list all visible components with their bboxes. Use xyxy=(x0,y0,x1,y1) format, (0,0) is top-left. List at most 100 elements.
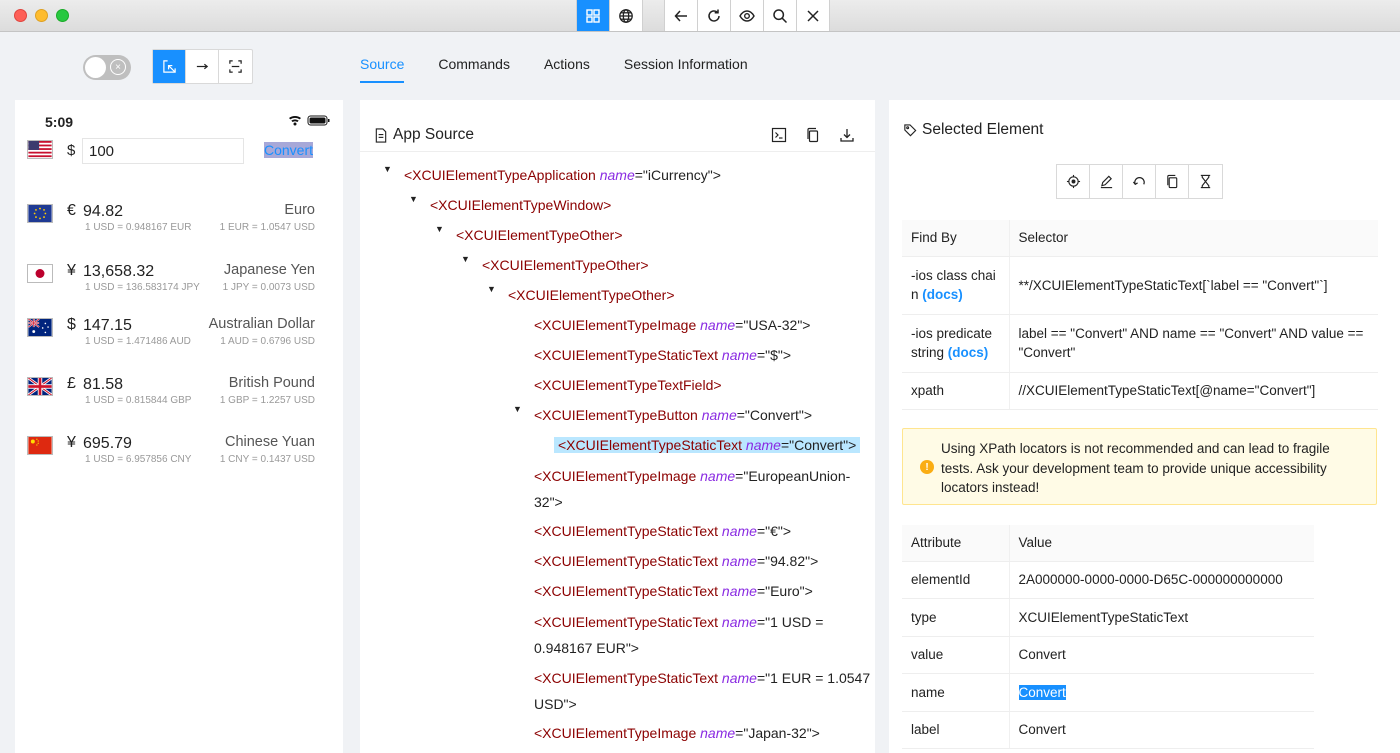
tab-session-information[interactable]: Session Information xyxy=(624,46,748,83)
source-tree-node[interactable]: <XCUIElementTypeButton name="Convert"> xyxy=(534,403,812,427)
web-context-button[interactable] xyxy=(610,0,643,31)
currency-name: Chinese Yuan xyxy=(224,434,315,450)
node-tag: <XCUIElementTypeOther> xyxy=(508,287,675,303)
attribute-value[interactable]: Convert xyxy=(1009,711,1314,749)
terminal-icon[interactable] xyxy=(771,127,787,143)
node-attr-name: name xyxy=(700,317,736,333)
attribute-value-selected: Convert xyxy=(1018,684,1066,700)
selector-value[interactable]: **/XCUIElementTypeStaticText[`label == "… xyxy=(1009,256,1378,315)
window-minimize-button[interactable] xyxy=(35,9,48,22)
source-tree-node[interactable]: <XCUIElementTypeStaticText name="1 EUR =… xyxy=(534,665,870,717)
attribute-value[interactable]: 2A000000-0000-0000-D65C-000000000000 xyxy=(1009,561,1314,599)
source-tree-node[interactable]: <XCUIElementTypeTextField> xyxy=(534,373,722,397)
node-attr-name: name xyxy=(700,725,736,741)
node-attr-value: ="$"> xyxy=(756,347,792,363)
select-elements-mode-button[interactable] xyxy=(153,50,186,83)
search-elements-button[interactable] xyxy=(764,0,797,31)
node-tag: <XCUIElementTypeImage xyxy=(534,468,697,484)
send-keys-button[interactable] xyxy=(1090,165,1123,198)
app-source-title-text: App Source xyxy=(393,126,474,143)
wifi-icon xyxy=(289,116,301,126)
source-tree-node[interactable]: <XCUIElementTypeImage name="USA-32"> xyxy=(534,313,810,337)
source-tree-node[interactable]: <XCUIElementTypeStaticText name="€"> xyxy=(534,519,791,543)
source-tree-node[interactable]: <XCUIElementTypeStaticText name="1 USD =… xyxy=(534,609,823,661)
toggle-knob xyxy=(85,57,106,78)
source-tree-node[interactable]: <XCUIElementTypeWindow> xyxy=(430,193,611,217)
swipe-mode-button[interactable] xyxy=(186,50,219,83)
native-app-mode-button[interactable] xyxy=(577,0,610,31)
selector-value[interactable]: //XCUIElementTypeStaticText[@name="Conve… xyxy=(1009,372,1378,410)
tap-element-button[interactable] xyxy=(1057,165,1090,198)
quit-session-button[interactable] xyxy=(797,0,830,31)
clear-element-button[interactable] xyxy=(1123,165,1156,198)
currency-symbol: € xyxy=(67,202,76,219)
currency-row-chinese-yuan[interactable]: ¥ 695.79 1 USD = 6.957856 CNY Chinese Yu… xyxy=(15,431,343,477)
selectors-header-row: Find By Selector xyxy=(902,220,1378,257)
battery-icon xyxy=(307,115,330,126)
device-screenshot[interactable]: 5:09 $ Convert € 94.82 1 USD = 0.948167 … xyxy=(15,100,343,753)
currency-row-british-pound[interactable]: £ 81.58 1 USD = 0.815844 GBP British Pou… xyxy=(15,372,343,418)
source-tree-node[interactable]: <XCUIElementTypeStaticText name="Euro"> xyxy=(534,579,813,603)
source-tree-node[interactable]: <XCUIElementTypeImage name="EuropeanUnio… xyxy=(534,463,850,515)
tree-expand-caret[interactable]: ▼ xyxy=(409,194,418,204)
amount-input[interactable] xyxy=(82,138,244,164)
node-attr-value: ="Convert"> xyxy=(780,437,857,453)
window-maximize-button[interactable] xyxy=(56,9,69,22)
download-icon[interactable] xyxy=(839,127,855,143)
node-tag: <XCUIElementTypeStaticText xyxy=(534,583,719,599)
copy-attributes-button[interactable] xyxy=(1156,165,1189,198)
tab-commands[interactable]: Commands xyxy=(438,46,510,83)
arrow-right-icon xyxy=(196,63,208,70)
node-attr-name: name xyxy=(701,407,737,423)
docs-link[interactable]: (docs) xyxy=(922,287,963,302)
node-tag: <XCUIElementTypeStaticText xyxy=(558,437,743,453)
source-tree-node[interactable]: <XCUIElementTypeApplication name="iCurre… xyxy=(404,163,721,187)
tree-expand-caret[interactable]: ▼ xyxy=(435,224,444,234)
selector-value: label == "Convert" AND name == "Convert"… xyxy=(1018,326,1364,341)
attribute-value-cell[interactable]: Convert xyxy=(1009,673,1314,712)
back-button[interactable] xyxy=(665,0,698,31)
undo-icon xyxy=(1132,177,1145,186)
source-tree-node[interactable]: <XCUIElementTypeOther> xyxy=(482,253,649,277)
window-close-button[interactable] xyxy=(14,9,27,22)
show-elements-button[interactable] xyxy=(731,0,764,31)
currency-symbol: ¥ xyxy=(67,434,76,451)
tree-expand-caret[interactable]: ▼ xyxy=(461,254,470,264)
source-tree-node[interactable]: <XCUIElementTypeOther> xyxy=(456,223,623,247)
tree-expand-caret[interactable]: ▼ xyxy=(487,284,496,294)
source-tree-node[interactable]: <XCUIElementTypeOther> xyxy=(508,283,675,307)
status-bar-icons xyxy=(289,115,330,126)
refresh-button[interactable] xyxy=(698,0,731,31)
currency-row-japanese-yen[interactable]: ¥ 13,658.32 1 USD = 136.583174 JPY Japan… xyxy=(15,259,343,305)
node-tag: <XCUIElementTypeOther> xyxy=(482,257,649,273)
search-icon xyxy=(773,8,788,23)
tap-coordinates-mode-button[interactable] xyxy=(219,50,252,83)
currency-row-euro[interactable]: € 94.82 1 USD = 0.948167 EUR Euro 1 EUR … xyxy=(15,199,343,245)
toggle-off-icon: × xyxy=(110,59,126,75)
globe-icon xyxy=(619,8,633,23)
source-tree-node[interactable]: <XCUIElementTypeStaticText name="94.82"> xyxy=(534,549,818,573)
source-tree-node[interactable]: <XCUIElementTypeImage name="Japan-32"> xyxy=(534,721,820,745)
screenshot-toggle[interactable]: × xyxy=(83,55,131,80)
tab-actions[interactable]: Actions xyxy=(544,46,590,83)
selector-value-cell[interactable]: label == "Convert" AND name == "Convert"… xyxy=(1009,314,1378,373)
copy-icon[interactable] xyxy=(805,127,821,143)
attribute-value[interactable]: Convert xyxy=(1009,636,1314,674)
selector-row-class-chain: -ios class chai n (docs) **/XCUIElementTy… xyxy=(902,256,1378,315)
tree-expand-caret[interactable]: ▼ xyxy=(513,404,522,414)
selected-element-header: Selected Element xyxy=(889,100,1400,157)
tree-expand-caret[interactable]: ▼ xyxy=(383,164,392,174)
node-attr-name: name xyxy=(721,670,757,686)
docs-link[interactable]: (docs) xyxy=(948,345,989,360)
timing-button[interactable] xyxy=(1189,165,1222,198)
eu-flag-icon xyxy=(27,204,53,223)
convert-button[interactable]: Convert xyxy=(264,142,314,158)
attribute-value[interactable]: XCUIElementTypeStaticText xyxy=(1009,598,1314,637)
source-tree-node[interactable]: <XCUIElementTypeStaticText name="Convert… xyxy=(554,433,861,457)
currency-symbol: ¥ xyxy=(67,262,76,279)
xpath-warning-alert: ! Using XPath locators is not recommende… xyxy=(902,428,1377,505)
currency-row-australian-dollar[interactable]: $ 147.15 1 USD = 1.471486 AUD Australian… xyxy=(15,313,343,359)
tab-source[interactable]: Source xyxy=(360,46,405,83)
currency-name: British Pound xyxy=(228,375,315,391)
source-tree-node[interactable]: <XCUIElementTypeStaticText name="$"> xyxy=(534,343,791,367)
